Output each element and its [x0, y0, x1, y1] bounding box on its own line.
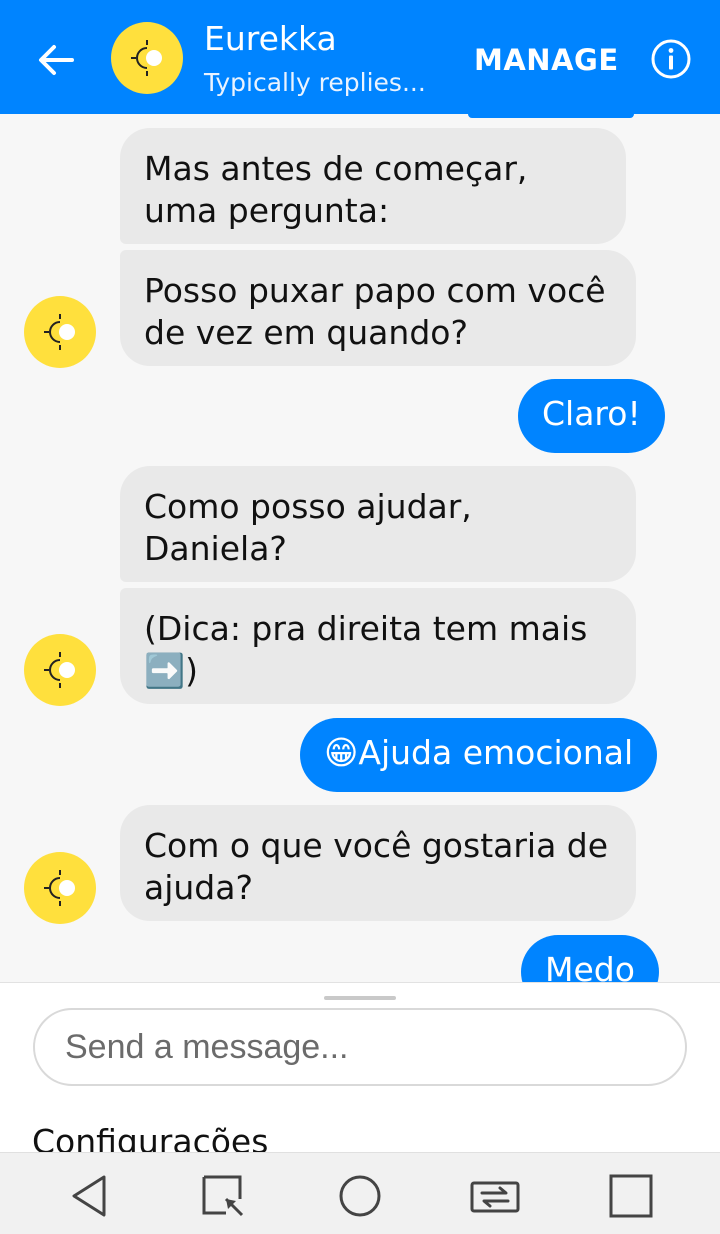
switch-sim-icon[interactable] — [468, 1169, 522, 1223]
user-message: 😁Ajuda emocional — [300, 718, 658, 792]
message-list[interactable]: Mas antes de começar, uma pergunta: Poss… — [0, 114, 720, 982]
message-input[interactable] — [33, 1008, 687, 1086]
screenshot-edit-icon[interactable] — [196, 1169, 250, 1223]
app-header: Eurekka Typically replies... MANAGE — [0, 0, 720, 114]
home-circle-icon[interactable] — [333, 1169, 387, 1223]
bot-message: Como posso ajudar, Daniela? — [120, 466, 636, 582]
recent-apps-square-icon[interactable] — [604, 1169, 658, 1223]
bot-message: Posso puxar papo com você de vez em quan… — [120, 250, 636, 366]
manage-button[interactable]: MANAGE — [474, 38, 619, 82]
bot-avatar[interactable] — [24, 296, 96, 368]
user-message: Claro! — [518, 379, 665, 453]
bot-avatar[interactable] — [24, 852, 96, 924]
chat-title[interactable]: Eurekka — [204, 18, 337, 60]
drag-handle[interactable] — [324, 996, 396, 1000]
bot-message: Mas antes de começar, uma pergunta: — [120, 128, 626, 244]
bot-avatar[interactable] — [24, 634, 96, 706]
bot-message: Com o que você gostaria de ajuda? — [120, 805, 636, 921]
settings-menu-item[interactable]: Configurações — [32, 1121, 268, 1153]
reply-status: Typically replies... — [204, 68, 426, 97]
arrow-left-icon[interactable] — [34, 38, 78, 82]
info-icon[interactable] — [650, 38, 692, 80]
bot-message: (Dica: pra direita tem mais ➡️) — [120, 588, 636, 704]
system-nav-bar — [0, 1152, 720, 1234]
user-message: Medo — [521, 935, 659, 982]
back-triangle-icon[interactable] — [62, 1169, 116, 1223]
previous-message-edge — [468, 114, 634, 118]
composer: Configurações — [0, 982, 720, 1153]
eurekka-sun-logo[interactable] — [111, 22, 183, 94]
